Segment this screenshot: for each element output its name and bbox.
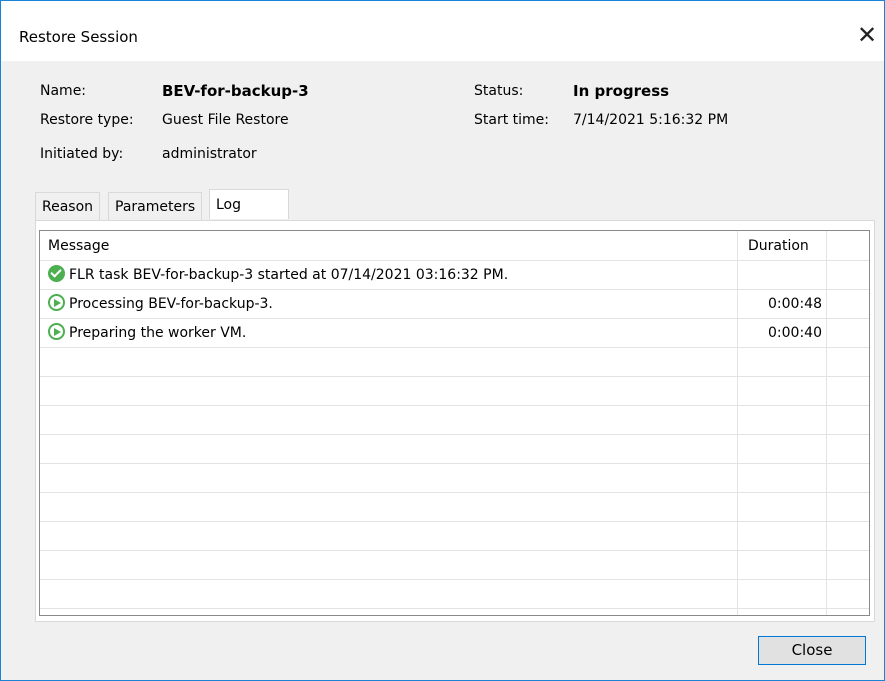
log-duration bbox=[737, 261, 822, 289]
log-row[interactable]: Processing BEV-for-backup-3. 0:00:48 bbox=[40, 290, 869, 319]
empty-row bbox=[40, 493, 869, 522]
close-button[interactable]: Close bbox=[758, 636, 866, 665]
empty-row bbox=[40, 435, 869, 464]
log-duration: 0:00:40 bbox=[768, 325, 822, 341]
title-bar: Restore Session ✕ bbox=[1, 1, 884, 61]
log-message: FLR task BEV-for-backup-3 started at 07/… bbox=[69, 267, 509, 283]
start-time-label: Start time: bbox=[474, 112, 549, 128]
tab-reason[interactable]: Reason bbox=[35, 192, 101, 221]
name-label: Name: bbox=[40, 83, 87, 99]
status-label: Status: bbox=[474, 83, 524, 99]
initiated-by-value: administrator bbox=[162, 146, 257, 162]
empty-row bbox=[40, 348, 869, 377]
empty-row bbox=[40, 377, 869, 406]
restore-type-label: Restore type: bbox=[40, 112, 134, 128]
tab-parameters[interactable]: Parameters bbox=[108, 192, 203, 221]
log-grid[interactable]: Message Duration FLR task BEV-for-backup… bbox=[39, 230, 870, 616]
empty-row bbox=[40, 551, 869, 580]
empty-row bbox=[40, 522, 869, 551]
log-message-cell: Processing BEV-for-backup-3. bbox=[48, 290, 273, 318]
tab-log[interactable]: Log bbox=[209, 189, 289, 219]
message-column-header[interactable]: Message bbox=[48, 231, 109, 261]
running-play-icon bbox=[48, 323, 65, 340]
log-row[interactable]: Preparing the worker VM. 0:00:40 bbox=[40, 319, 869, 348]
restore-session-dialog: Restore Session ✕ Name: BEV-for-backup-3… bbox=[0, 0, 885, 681]
log-message: Processing BEV-for-backup-3. bbox=[69, 296, 273, 312]
duration-column-header[interactable]: Duration bbox=[748, 231, 809, 261]
status-value: In progress bbox=[573, 82, 670, 100]
empty-row bbox=[40, 464, 869, 493]
dialog-title: Restore Session bbox=[19, 28, 138, 46]
initiated-by-label: Initiated by: bbox=[40, 146, 124, 162]
running-play-icon bbox=[48, 294, 65, 311]
log-message-cell: Preparing the worker VM. bbox=[48, 319, 246, 347]
name-value: BEV-for-backup-3 bbox=[162, 82, 309, 100]
log-message: Preparing the worker VM. bbox=[69, 325, 247, 341]
log-message-cell: FLR task BEV-for-backup-3 started at 07/… bbox=[48, 261, 508, 289]
empty-row bbox=[40, 580, 869, 609]
start-time-value: 7/14/2021 5:16:32 PM bbox=[573, 112, 729, 128]
log-row[interactable]: FLR task BEV-for-backup-3 started at 07/… bbox=[40, 261, 869, 290]
success-check-icon bbox=[48, 265, 65, 282]
restore-type-value: Guest File Restore bbox=[162, 112, 289, 128]
log-duration: 0:00:48 bbox=[768, 296, 822, 312]
close-icon[interactable]: ✕ bbox=[853, 21, 881, 49]
grid-header: Message Duration bbox=[40, 231, 869, 261]
empty-row bbox=[40, 406, 869, 435]
log-panel: Message Duration FLR task BEV-for-backup… bbox=[35, 220, 875, 622]
